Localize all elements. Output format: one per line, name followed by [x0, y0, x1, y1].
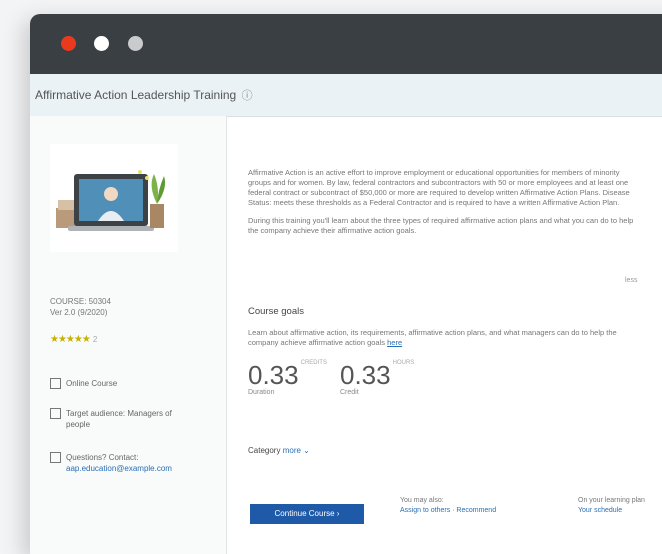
stat-credit-label: Credit: [340, 389, 359, 396]
also-label: You may also:: [400, 497, 444, 504]
stat-credit-unit: HOURS: [392, 360, 415, 366]
chevron-down-icon[interactable]: ⌄: [301, 446, 310, 455]
chevron-right-icon: ›: [336, 509, 340, 518]
stat-credit: 0.33 HOURS Credit: [340, 360, 414, 396]
course-id-text: COURSE: 50304: [50, 297, 111, 306]
description-paragraph-1: Affirmative Action is an active effort t…: [248, 168, 630, 207]
continue-course-button[interactable]: Continue Course ›: [250, 504, 364, 524]
category-label: Category: [248, 446, 281, 455]
course-description: Affirmative Action is an active effort t…: [248, 168, 643, 244]
rating[interactable]: ★★★★★ 2: [50, 334, 97, 345]
goals-body: Learn about affirmative action, its requ…: [248, 328, 617, 347]
course-version: Ver 2.0 (9/2020): [50, 308, 108, 317]
close-window-button[interactable]: [61, 36, 76, 51]
goals-link[interactable]: here: [387, 338, 402, 347]
learning-plan: On your learning plan Your schedule: [578, 496, 658, 516]
stat-duration: 0.33 CREDITS Duration: [248, 360, 327, 396]
meta-contact-label: Questions? Contact:: [66, 453, 139, 462]
contact-icon: [50, 452, 61, 463]
show-less-link[interactable]: less: [625, 277, 637, 284]
stat-duration-unit: CREDITS: [300, 360, 327, 366]
learning-plan-link[interactable]: Your schedule: [578, 506, 658, 516]
meta-course-type: Online Course: [50, 378, 117, 391]
course-sidebar: COURSE: 50304 Ver 2.0 (9/2020) ★★★★★ 2 On…: [30, 116, 227, 554]
goals-heading: Course goals: [248, 306, 304, 317]
stat-duration-value: 0.33: [248, 360, 299, 390]
course-title: Affirmative Action Leadership Training ⓘ: [35, 87, 253, 103]
rating-stars: ★★★★★: [50, 334, 91, 345]
also-actions: You may also: Assign to others · Recomme…: [400, 496, 496, 516]
course-thumbnail: [50, 144, 178, 252]
info-icon[interactable]: ⓘ: [242, 90, 253, 102]
meta-contact: Questions? Contact: aap.education@example…: [50, 452, 200, 474]
minimize-window-button[interactable]: [94, 36, 109, 51]
stat-duration-label: Duration: [248, 389, 275, 396]
description-paragraph-2: During this training you'll learn about …: [248, 216, 634, 235]
rating-count: 2: [92, 335, 98, 344]
laptop-video-illustration: [56, 170, 166, 231]
meta-audience-label: Target audience: Managers of people: [66, 409, 172, 429]
meta-audience: Target audience: Managers of people: [50, 408, 200, 430]
app-window: Affirmative Action Leadership Training ⓘ: [30, 14, 662, 554]
goals-text: Learn about affirmative action, its requ…: [248, 328, 638, 348]
learning-plan-label: On your learning plan: [578, 497, 645, 504]
audience-icon: [50, 408, 61, 419]
stat-credit-value: 0.33: [340, 360, 391, 390]
category-more-link[interactable]: more: [283, 446, 301, 455]
maximize-window-button[interactable]: [128, 36, 143, 51]
course-icon: [50, 378, 61, 389]
meta-course-type-label: Online Course: [66, 379, 118, 388]
course-title-text: Affirmative Action Leadership Training: [35, 88, 237, 102]
continue-course-label: Continue Course: [274, 509, 335, 518]
category: Category more ⌄: [248, 446, 310, 455]
contact-email-link[interactable]: aap.education@example.com: [66, 464, 172, 473]
course-header: Affirmative Action Leadership Training ⓘ: [30, 74, 662, 117]
course-id: COURSE: 50304 Ver 2.0 (9/2020): [50, 296, 111, 318]
assign-recommend-link[interactable]: Assign to others · Recommend: [400, 506, 496, 516]
window-titlebar: [30, 14, 662, 74]
